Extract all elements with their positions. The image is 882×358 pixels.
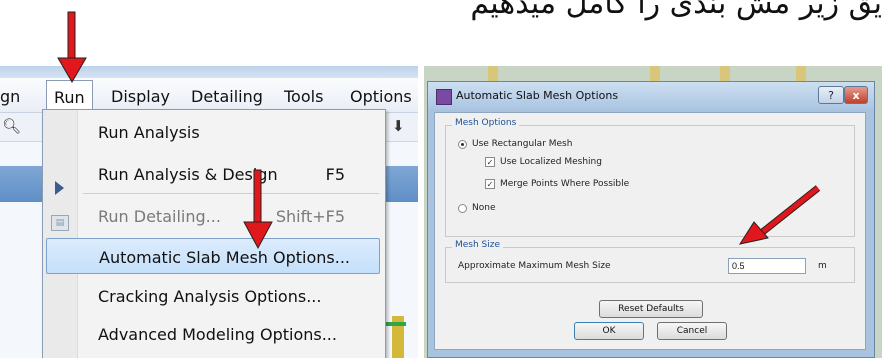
merge-points-checkbox[interactable]: ✓ — [485, 179, 495, 189]
checkbox-label: Use Localized Meshing — [500, 157, 602, 167]
radio-label: None — [472, 203, 496, 213]
menu-design[interactable]: gn — [0, 87, 20, 106]
reset-defaults-button[interactable]: Reset Defaults — [599, 300, 703, 318]
red-arrow-mesh-option — [243, 169, 273, 250]
menu-run[interactable]: Run — [46, 80, 93, 110]
menu-detailing[interactable]: Detailing — [191, 87, 263, 106]
app-menu-screenshot: gn Run Display Detailing Tools Options 🔍… — [0, 66, 418, 358]
download-arrow-icon[interactable]: ⬇ — [392, 117, 405, 135]
menu-tools[interactable]: Tools — [284, 87, 323, 106]
run-dropdown-menu: ▤ Run Analysis Run Analysis & Design F5 … — [42, 109, 386, 358]
rectangular-mesh-radio[interactable] — [458, 140, 467, 149]
none-radio[interactable] — [458, 204, 467, 213]
menu-item-run-analysis[interactable]: Run Analysis — [43, 114, 383, 150]
close-button[interactable]: x — [844, 86, 868, 104]
menu-item-cracking-analysis[interactable]: Cracking Analysis Options... — [43, 278, 383, 314]
menu-item-label: Run Analysis — [98, 123, 200, 142]
unit-label: m — [818, 261, 827, 271]
red-arrow-run-menu — [57, 11, 87, 83]
localized-meshing-checkbox[interactable]: ✓ — [485, 157, 495, 167]
radio-label: Use Rectangular Mesh — [472, 139, 573, 149]
model-fragment-green — [386, 322, 406, 326]
red-arrow-mesh-size — [738, 185, 821, 245]
model-fragment — [650, 66, 660, 82]
app-icon — [436, 89, 452, 105]
mesh-size-group: Mesh Size Approximate Maximum Mesh Size … — [445, 240, 855, 283]
menu-item-label: Run Detailing... — [98, 207, 221, 226]
menu-item-run-detailing[interactable]: Run Detailing... Shift+F5 — [43, 198, 383, 234]
menu-options[interactable]: Options — [350, 87, 412, 106]
field-label: Approximate Maximum Mesh Size — [458, 261, 611, 271]
menu-item-label: Automatic Slab Mesh Options... — [99, 248, 350, 267]
help-button[interactable]: ? — [818, 86, 844, 104]
cancel-button[interactable]: Cancel — [657, 322, 727, 340]
zoom-icon[interactable]: 🔍︎ — [2, 117, 21, 135]
menu-item-shortcut: F5 — [325, 165, 345, 184]
menu-item-shortcut: Shift+F5 — [275, 207, 345, 226]
group-label: Mesh Size — [452, 240, 504, 250]
dialog-title-bar[interactable]: Automatic Slab Mesh Options ? x — [428, 82, 874, 110]
menu-item-label: Cracking Analysis Options... — [98, 287, 322, 306]
model-fragment — [720, 66, 730, 82]
checkbox-label: Merge Points Where Possible — [500, 179, 630, 189]
menu-item-automatic-slab-mesh[interactable]: Automatic Slab Mesh Options... — [46, 238, 380, 274]
menu-item-advanced-modeling[interactable]: Advanced Modeling Options... — [43, 316, 383, 352]
model-fragment — [796, 66, 806, 82]
menu-display[interactable]: Display — [111, 87, 170, 106]
group-label: Mesh Options — [452, 118, 520, 128]
menu-item-label: Advanced Modeling Options... — [98, 325, 337, 344]
menu-separator — [83, 193, 379, 194]
ok-button[interactable]: OK — [574, 322, 644, 340]
dialog-title: Automatic Slab Mesh Options — [456, 89, 619, 102]
caption-text: یق زیر مش بندی را کامل میدهیم — [470, 0, 882, 21]
model-fragment — [488, 66, 498, 82]
menu-item-run-analysis-design[interactable]: Run Analysis & Design F5 — [43, 156, 383, 192]
mesh-size-input[interactable] — [728, 258, 806, 274]
